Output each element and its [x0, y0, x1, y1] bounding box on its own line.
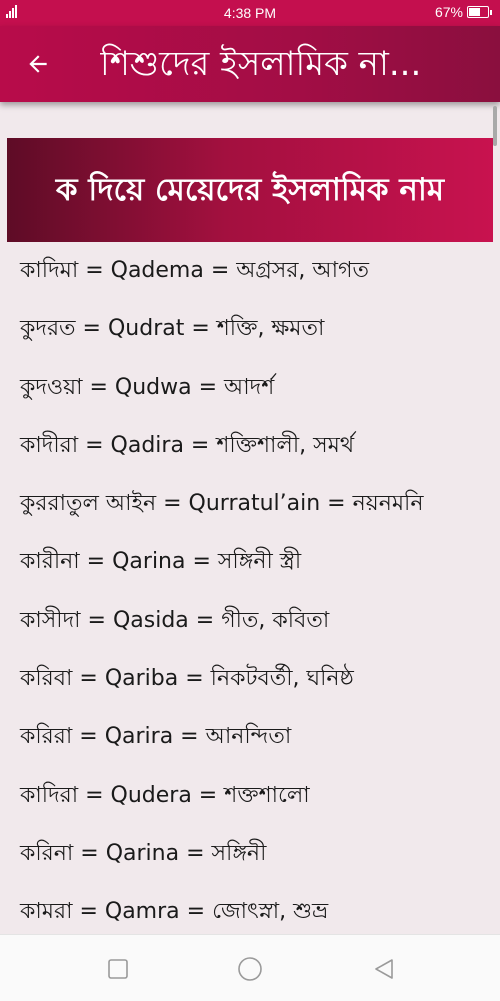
list-item: কুদরত = Qudrat = শক্তি, ক্ষমতা: [20, 316, 325, 342]
list-item: কুররাতুল আইন = Qurratul’ain = নয়নমনি: [20, 491, 424, 517]
circle-icon: [238, 957, 262, 981]
battery-percent: 67%: [434, 4, 463, 20]
list-item: কাদিমা = Qadema = অগ্রসর, আগত: [20, 258, 370, 283]
list-item: করিনা = Qarina = সঙ্গিনী: [20, 840, 267, 866]
back-arrow-icon: [29, 55, 47, 73]
list-item: কামরা = Qamra = জোৎস্না, শুভ্র: [20, 899, 329, 925]
status-bar: 4:38 PM 67%: [0, 0, 500, 26]
list-item: কারীনা = Qarina = সঙ্গিনী স্ত্রী: [20, 549, 302, 575]
app-title: শিশুদের ইসলামিক না...: [100, 44, 422, 84]
app-bar: শিশুদের ইসলামিক না...: [0, 26, 500, 102]
status-time: 4:38 PM: [223, 5, 277, 21]
list-item: কুদওয়া = Qudwa = আদর্শ: [20, 374, 275, 400]
names-list: কাদিমা = Qadema = অগ্রসর, আগত কুদরত = Qud…: [20, 242, 490, 934]
triangle-back-icon: [375, 959, 393, 979]
list-item: করিবা = Qariba = নিকটবর্তী, ঘনিষ্ঠ: [20, 666, 354, 692]
navigation-bar: [0, 934, 500, 1001]
list-item: কাসীদা = Qasida = গীত, কবিতা: [20, 607, 330, 633]
list-item: করিরা = Qarira = আনন্দিতা: [20, 724, 292, 750]
back-nav-button[interactable]: [370, 955, 398, 983]
section-title: ক দিয়ে মেয়েদের ইসলামিক নাম: [7, 138, 493, 242]
scrollbar[interactable]: [493, 106, 497, 146]
home-button[interactable]: [236, 955, 264, 983]
square-icon: [108, 959, 128, 979]
list-item: কাদীরা = Qadira = শক্তিশালী, সমর্থ: [20, 432, 355, 458]
list-item: কাদিরা = Qudera = শক্তশালো: [20, 782, 310, 808]
content-area[interactable]: ক দিয়ে মেয়েদের ইসলামিক নাম কাদিমা = Qa…: [0, 102, 500, 934]
recent-apps-button[interactable]: [104, 955, 132, 983]
back-button[interactable]: [18, 46, 58, 82]
battery-icon: [467, 6, 489, 18]
